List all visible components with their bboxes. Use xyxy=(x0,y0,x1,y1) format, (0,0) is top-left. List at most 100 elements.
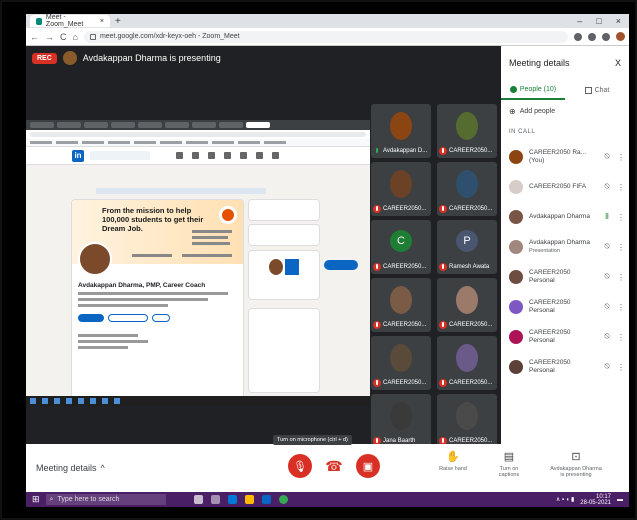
edge-icon[interactable] xyxy=(227,495,237,504)
person-name-block: CAREER2050 Ra... (You) xyxy=(529,149,597,165)
captions-button[interactable]: ▤ Turn on captions xyxy=(492,450,526,478)
in-call-section: IN CALL xyxy=(509,129,536,135)
avatar xyxy=(509,240,523,254)
hand-icon: ✋ xyxy=(446,451,460,463)
participant-video xyxy=(456,402,478,430)
presenting-label: Avdakappan Dharma is presenting xyxy=(550,466,602,478)
people-list-item[interactable]: CAREER2050 FIFA ⍉ ⋮ xyxy=(501,172,629,202)
profile-avatar[interactable] xyxy=(616,32,625,41)
more-vert-icon[interactable]: ⋮ xyxy=(617,243,625,252)
meeting-details-button[interactable]: Meeting details ^ xyxy=(26,463,176,473)
tab-title: Meet - Zoom_Meet xyxy=(45,14,84,28)
more-vert-icon[interactable]: ⋮ xyxy=(617,153,625,162)
reload-icon[interactable]: C xyxy=(60,32,67,42)
captions-label: Turn on captions xyxy=(498,466,520,478)
participant-video xyxy=(390,112,412,140)
panel-close-icon[interactable]: X xyxy=(615,58,621,68)
participant-tile[interactable]: Jana Baarth xyxy=(371,394,431,448)
participant-tile[interactable]: Avdakappan D... xyxy=(371,104,431,158)
participant-tile[interactable]: CAREER2050... xyxy=(371,278,431,332)
mic-off-button[interactable]: 🎙 xyxy=(288,454,312,478)
panel-title: Meeting details xyxy=(509,58,570,68)
add-people-button[interactable]: ⊕ Add people xyxy=(501,100,629,122)
profile-name: Avdakappan Dharma, PMP, Career Coach xyxy=(78,282,206,289)
shared-tab xyxy=(192,122,216,128)
more-vert-icon[interactable]: ⋮ xyxy=(617,273,625,282)
shared-tab xyxy=(165,122,189,128)
participant-tile[interactable]: CAREER2050... xyxy=(371,336,431,390)
browser-window: Meet - Zoom_Meet × + – □ × ← → C ⌂ meet.… xyxy=(26,14,629,507)
participant-tile[interactable]: CAREER2050... xyxy=(437,104,497,158)
back-icon[interactable]: ← xyxy=(30,32,39,42)
people-list-item[interactable]: CAREER2050 Ra... (You) ⍉ ⋮ xyxy=(501,142,629,172)
shared-taskbar xyxy=(26,396,370,406)
person-name: Avdakappan Dharma xyxy=(529,239,590,246)
linkedin-logo-icon: in xyxy=(72,149,84,162)
extension-icon[interactable] xyxy=(588,32,596,41)
more-vert-icon[interactable]: ⋮ xyxy=(617,303,625,312)
participant-video xyxy=(390,402,412,430)
participant-tile[interactable]: CAREER2050... xyxy=(437,336,497,390)
store-icon[interactable] xyxy=(261,495,271,504)
mic-muted-icon: ⍉ xyxy=(604,332,610,341)
forward-icon[interactable]: → xyxy=(45,32,54,42)
tab-close-icon[interactable]: × xyxy=(100,18,104,25)
participant-tile[interactable]: P Ramesh Awata xyxy=(437,220,497,274)
participant-video xyxy=(390,170,412,198)
participant-name-row: CAREER2050... xyxy=(439,321,495,329)
meeting-details-panel: Meeting details X People (10) Chat ⊕ Add… xyxy=(501,46,629,444)
new-tab-button[interactable]: + xyxy=(115,16,121,27)
tab-people[interactable]: People (10) xyxy=(501,80,565,100)
tray-icons[interactable]: ∧ ▪ ◖ ▮ xyxy=(556,496,574,503)
minimize-button[interactable]: – xyxy=(577,16,582,26)
file-explorer-icon[interactable] xyxy=(244,495,254,504)
participant-tile[interactable]: CAREER2050... xyxy=(371,162,431,216)
person-name-block: Avdakappan Dharma Presentation xyxy=(529,239,597,255)
participant-tile[interactable]: C CAREER2050... xyxy=(371,220,431,274)
mic-muted-icon xyxy=(439,147,447,155)
maximize-button[interactable]: □ xyxy=(596,16,601,26)
task-view-icon[interactable] xyxy=(193,495,203,504)
notification-icon[interactable]: ▬ xyxy=(617,497,623,503)
browser-tab[interactable]: Meet - Zoom_Meet × xyxy=(30,14,110,28)
people-list-item[interactable]: CAREER2050 Personal ⍉ ⋮ xyxy=(501,352,629,382)
more-vert-icon[interactable]: ⋮ xyxy=(617,213,625,222)
taskbar-search[interactable]: ⌕ Type here to search xyxy=(45,494,166,505)
avatar xyxy=(509,180,523,194)
meet-favicon-icon xyxy=(36,17,42,25)
chat-icon xyxy=(584,86,592,94)
presenting-button[interactable]: ⊡ Avdakappan Dharma is presenting xyxy=(548,450,604,478)
clock[interactable]: 10:17 28-05-2021 xyxy=(580,494,611,506)
home-icon[interactable]: ⌂ xyxy=(73,32,78,42)
people-list-item[interactable]: Avdakappan Dharma ⦀ ⋮ xyxy=(501,202,629,232)
avatar xyxy=(509,270,523,284)
more-vert-icon[interactable]: ⋮ xyxy=(617,363,625,372)
more-vert-icon[interactable]: ⋮ xyxy=(617,183,625,192)
raise-hand-button[interactable]: ✋ Raise hand xyxy=(436,450,470,472)
camera-off-button[interactable]: ▣ xyxy=(356,454,380,478)
people-list-item[interactable]: CAREER2050 Personal ⍉ ⋮ xyxy=(501,322,629,352)
chrome-icon[interactable] xyxy=(278,495,288,504)
participant-name-row: CAREER2050... xyxy=(439,147,495,155)
tab-chat[interactable]: Chat xyxy=(565,80,629,100)
participant-tile[interactable]: CAREER2050... xyxy=(437,278,497,332)
url-field[interactable]: meet.google.com/xdr-keyx-oeh - Zoom_Meet xyxy=(83,30,568,43)
more-vert-icon[interactable]: ⋮ xyxy=(617,333,625,342)
people-list-item[interactable]: CAREER2050 Personal ⍉ ⋮ xyxy=(501,292,629,322)
close-window-button[interactable]: × xyxy=(616,16,621,26)
windows-start-icon[interactable]: ⊞ xyxy=(32,494,40,505)
people-list-item[interactable]: CAREER2050 Personal ⍉ ⋮ xyxy=(501,262,629,292)
participant-tile[interactable]: CAREER2050... xyxy=(437,162,497,216)
person-name: CAREER2050 Personal xyxy=(529,269,571,284)
widget-icon[interactable] xyxy=(210,495,220,504)
people-list-item[interactable]: Avdakappan Dharma Presentation ⍉ ⋮ xyxy=(501,232,629,262)
leave-call-button[interactable]: ☎ xyxy=(322,454,346,478)
participant-tile[interactable]: CAREER2050... xyxy=(437,394,497,448)
star-icon[interactable] xyxy=(602,32,610,41)
chevron-up-icon: ^ xyxy=(100,463,105,473)
more-options-icon[interactable]: ⋮ xyxy=(626,458,629,471)
camera-icon[interactable] xyxy=(574,32,582,41)
person-name-block: Avdakappan Dharma xyxy=(529,213,597,221)
participant-name: Avdakappan D... xyxy=(383,148,428,154)
shared-screen[interactable]: in From the mission to help 100,000 stud… xyxy=(26,120,370,406)
